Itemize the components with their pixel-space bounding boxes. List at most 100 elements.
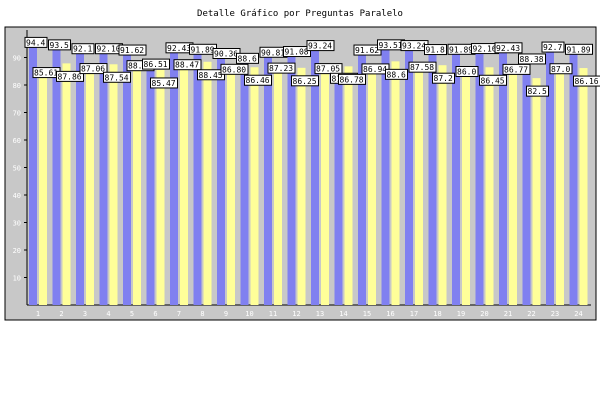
- x-tick-label: 2: [59, 310, 63, 318]
- bar-series-1: [522, 61, 531, 305]
- y-tick-label: 20: [13, 247, 21, 255]
- data-label: 94.4: [26, 38, 45, 47]
- bar-series-2: [180, 61, 188, 305]
- x-tick-label: 9: [224, 310, 228, 318]
- bar-series-2: [321, 65, 329, 305]
- data-label: 91.08: [285, 48, 309, 57]
- data-label: 88.6: [387, 70, 406, 79]
- data-label: 88.47: [175, 61, 199, 70]
- bar-series-1: [52, 47, 61, 305]
- data-label: 88.45: [199, 71, 223, 80]
- data-label: 87.06: [81, 65, 105, 74]
- data-label: 92.43: [167, 44, 191, 53]
- data-label: 92.1: [73, 45, 92, 54]
- bar-series-1: [311, 48, 319, 306]
- data-label: 91.62: [355, 46, 379, 55]
- bar-series-1: [193, 52, 202, 305]
- y-tick-label: 90: [13, 55, 21, 63]
- data-label: 87.86: [58, 72, 82, 81]
- x-tick-label: 5: [130, 310, 134, 318]
- data-label: 87.23: [269, 64, 293, 73]
- data-label: 86.80: [222, 65, 246, 74]
- x-tick-label: 17: [410, 310, 418, 318]
- bar-series-1: [475, 51, 484, 306]
- x-tick-label: 19: [457, 310, 465, 318]
- x-tick-label: 16: [386, 310, 394, 318]
- data-label: 86.77: [504, 65, 528, 74]
- bar-series-1: [334, 81, 343, 305]
- x-tick-label: 13: [316, 310, 324, 318]
- data-label: 92.16: [473, 45, 497, 54]
- bar-series-1: [123, 53, 131, 305]
- y-tick-label: 70: [13, 110, 21, 118]
- data-label: 92.10: [97, 45, 121, 54]
- bar-series-2: [368, 65, 376, 305]
- bar-series-1: [29, 45, 37, 306]
- y-tick-label: 60: [13, 137, 21, 145]
- bar-series-2: [415, 64, 423, 305]
- bar-chart: 102030405060708090 1 2 3 4 5 6 7 8 9 10 11 12 13 14 15…: [4, 26, 600, 321]
- bar-series-2: [532, 78, 541, 305]
- bar-series-2: [438, 65, 447, 305]
- data-label: 93.5: [50, 41, 69, 50]
- data-label: 93.24: [402, 42, 426, 51]
- data-label: 90.81: [261, 48, 285, 57]
- x-tick-label: 21: [504, 310, 512, 318]
- bar-series-2: [462, 68, 470, 305]
- chart-stage: Detalle Gráfico por Preguntas Paralelo 1…: [0, 0, 600, 400]
- bar-series-1: [76, 51, 84, 305]
- bar-series-2: [39, 69, 47, 305]
- data-label: 85.61: [34, 69, 58, 78]
- bar-series-1: [452, 52, 460, 305]
- bar-series-1: [358, 53, 366, 305]
- bar-series-2: [62, 63, 71, 306]
- y-tick-label: 30: [13, 220, 21, 228]
- bar-series-2: [297, 67, 306, 305]
- data-label: 86.51: [144, 60, 168, 69]
- x-tick-label: 3: [83, 310, 87, 318]
- data-label: 86.16: [575, 77, 599, 86]
- data-label: 86.0: [457, 68, 476, 77]
- x-tick-label: 8: [200, 310, 204, 318]
- bar-series-2: [509, 66, 517, 305]
- data-label: 91.89: [191, 45, 215, 54]
- bar-series-1: [428, 52, 437, 305]
- data-label: 92.43: [496, 44, 520, 53]
- x-tick-label: 12: [292, 310, 300, 318]
- x-tick-label: 6: [153, 310, 157, 318]
- x-tick-label: 11: [269, 310, 277, 318]
- bar-series-1: [217, 56, 225, 306]
- data-label: 87.58: [410, 63, 434, 72]
- data-label: 91.89: [449, 45, 473, 54]
- data-label: 88.6: [238, 54, 257, 63]
- x-tick-label: 4: [106, 310, 110, 318]
- data-label: 86.45: [481, 76, 505, 85]
- x-tick-label: 18: [433, 310, 441, 318]
- x-tick-label: 22: [527, 310, 535, 318]
- y-tick-label: 80: [13, 82, 21, 90]
- y-tick-label: 10: [13, 275, 21, 283]
- data-label: 91.8: [426, 46, 445, 55]
- bar-series-2: [109, 64, 118, 305]
- data-label: 90.36: [214, 50, 238, 59]
- bar-series-1: [146, 67, 155, 305]
- bar-series-1: [381, 47, 390, 305]
- bar-series-1: [264, 55, 272, 306]
- x-tick-label: 24: [574, 310, 582, 318]
- data-label: 82.5: [528, 87, 547, 96]
- data-label: 93.51: [379, 41, 403, 50]
- bar-series-2: [133, 62, 141, 306]
- bar-series-1: [287, 54, 296, 305]
- data-label: 88.38: [520, 55, 544, 64]
- bar-series-2: [391, 61, 400, 305]
- data-label: 87.2: [434, 74, 453, 83]
- data-label: 91.89: [567, 45, 591, 54]
- data-label: 91.62: [120, 46, 144, 55]
- data-label: 86.25: [293, 77, 317, 86]
- bar-series-2: [556, 65, 564, 305]
- bar-series-2: [156, 69, 165, 306]
- bar-series-2: [250, 67, 259, 305]
- x-tick-label: 10: [245, 310, 253, 318]
- data-label: 86.94: [363, 65, 387, 74]
- x-tick-label: 7: [177, 310, 181, 318]
